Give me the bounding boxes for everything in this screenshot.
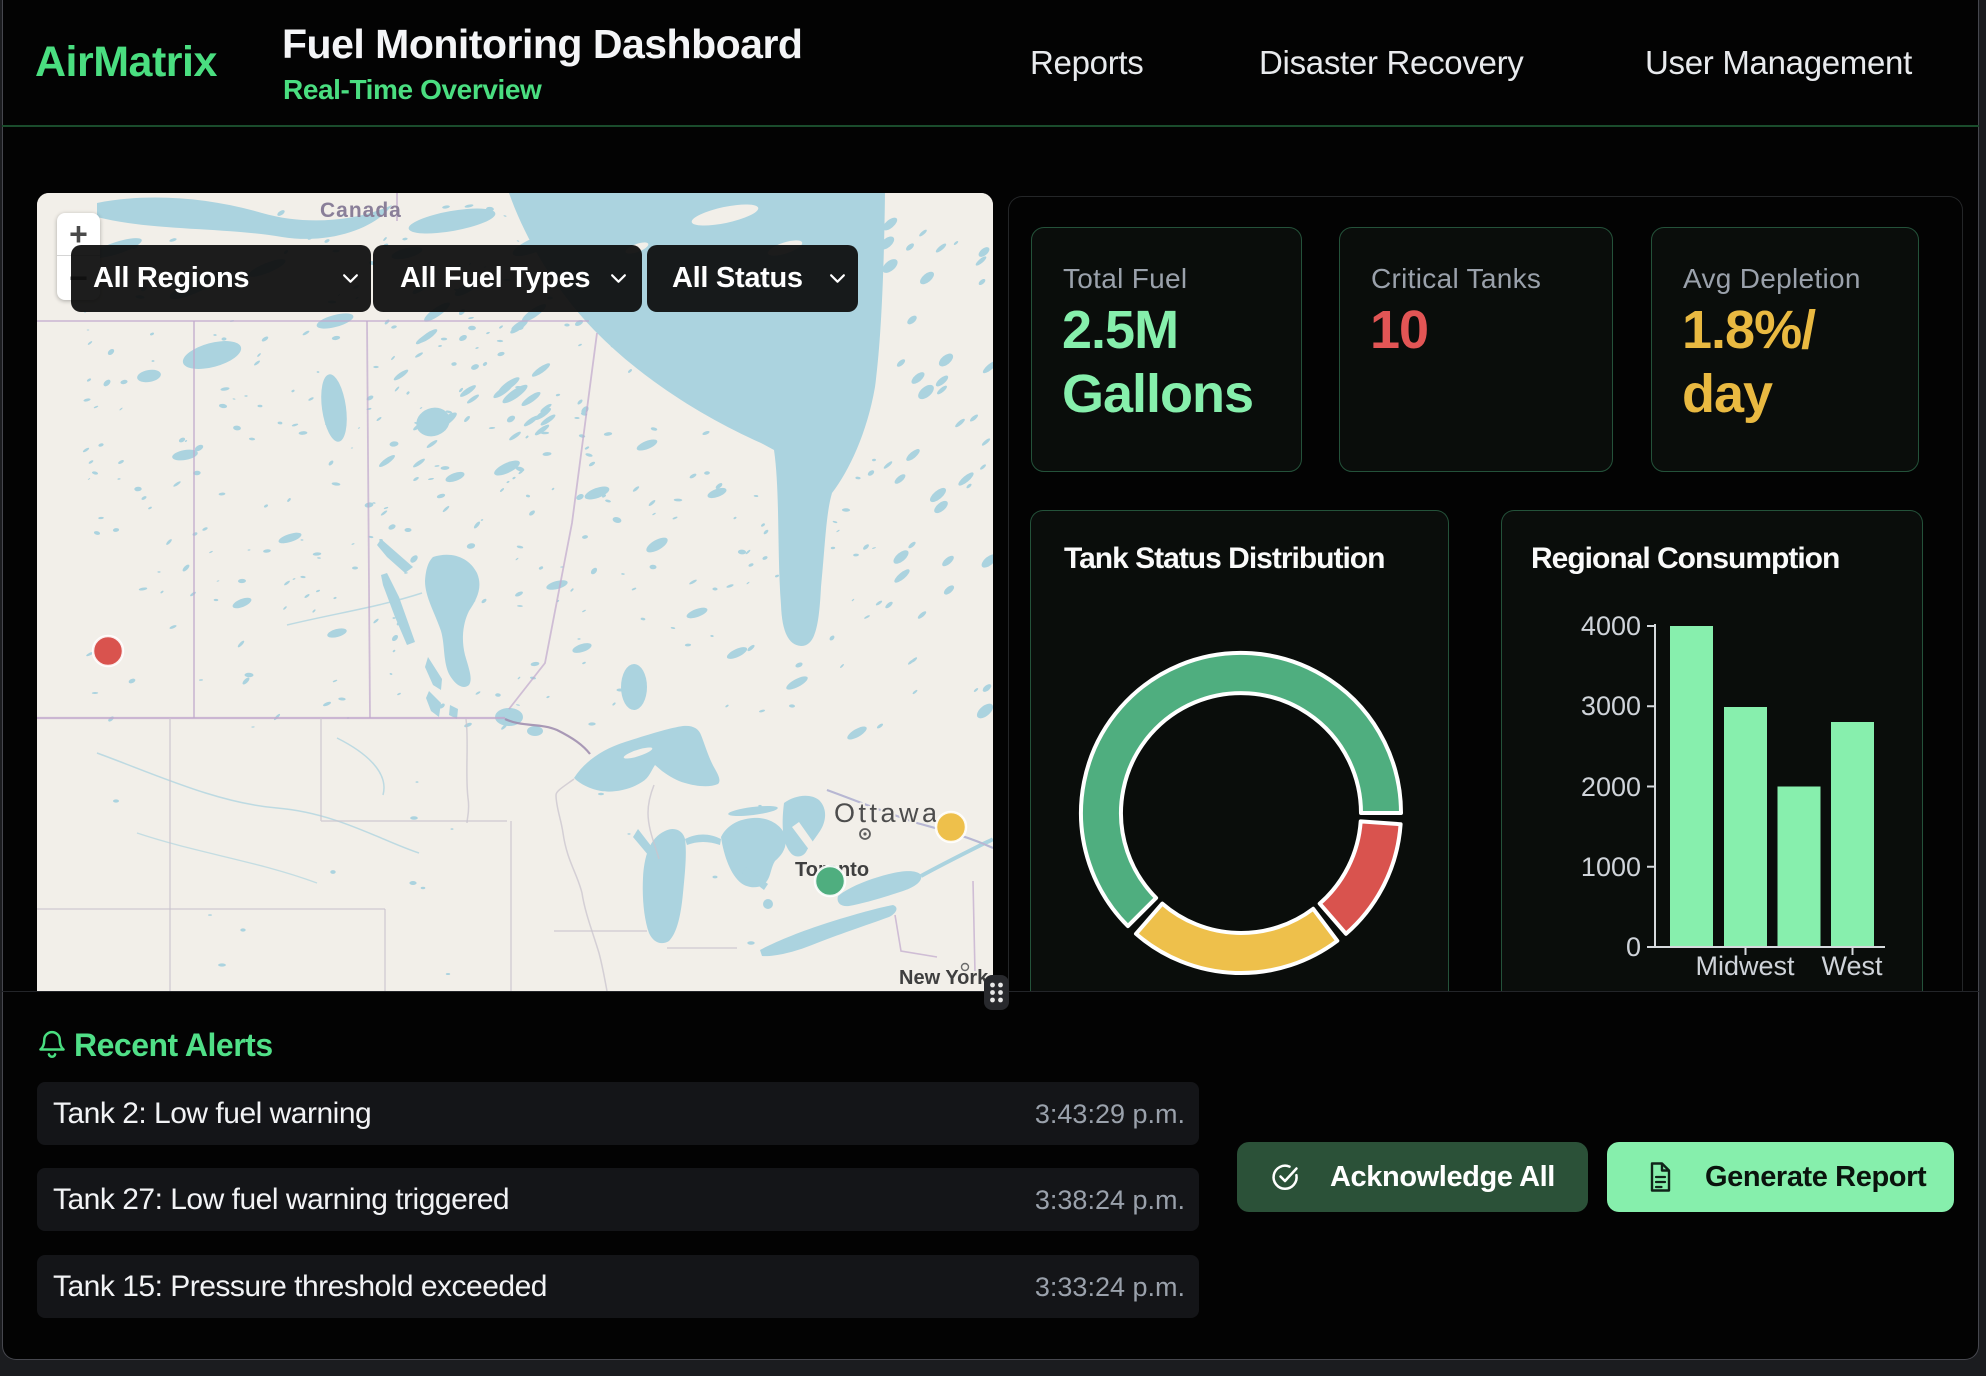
svg-text:West: West	[1821, 951, 1883, 981]
svg-text:Midwest: Midwest	[1695, 951, 1795, 981]
svg-text:Ottawa: Ottawa	[834, 798, 941, 828]
svg-text:0: 0	[1626, 932, 1641, 962]
svg-text:4000: 4000	[1581, 611, 1641, 641]
svg-text:Canada: Canada	[320, 199, 402, 222]
svg-text:2000: 2000	[1581, 772, 1641, 802]
svg-text:New York: New York	[899, 967, 989, 989]
svg-text:3000: 3000	[1581, 691, 1641, 721]
svg-text:1000: 1000	[1581, 852, 1641, 882]
